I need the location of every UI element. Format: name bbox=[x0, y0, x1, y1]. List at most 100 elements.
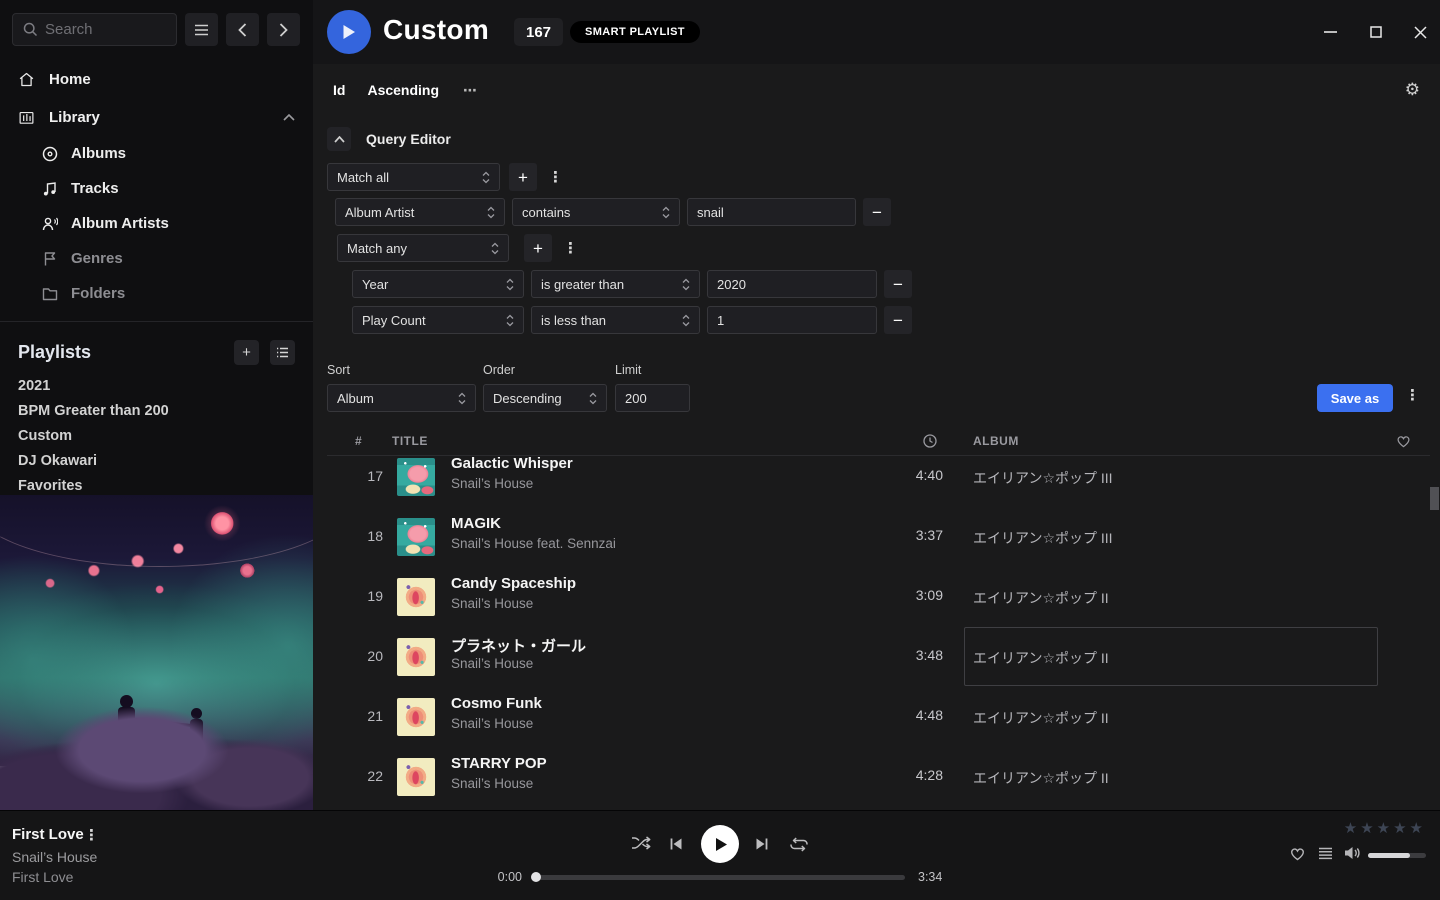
playlist-item[interactable]: Custom bbox=[0, 423, 313, 448]
favorite-button[interactable] bbox=[1289, 846, 1306, 861]
window-close-button[interactable] bbox=[1405, 18, 1435, 46]
shuffle-button[interactable] bbox=[631, 836, 651, 850]
column-header-title[interactable]: TITLE bbox=[392, 434, 428, 448]
volume-slider[interactable] bbox=[1368, 853, 1426, 858]
add-rule-button[interactable]: + bbox=[509, 163, 537, 191]
table-row[interactable]: 17 Galactic Whisper Snail’s House 4:40 エ… bbox=[327, 457, 1430, 507]
collapse-query-editor-button[interactable] bbox=[327, 127, 351, 151]
track-number: 19 bbox=[347, 588, 383, 604]
favorite-column-heart-icon[interactable] bbox=[1396, 434, 1411, 448]
sort-direction-button[interactable]: Ascending bbox=[367, 82, 439, 98]
save-menu-button[interactable]: ⋮ bbox=[1401, 386, 1424, 404]
remove-rule-button[interactable]: − bbox=[884, 306, 912, 334]
star-icon[interactable]: ★ bbox=[1377, 820, 1393, 837]
remove-rule-button[interactable]: − bbox=[884, 270, 912, 298]
rule-field-select[interactable]: Year bbox=[352, 270, 524, 298]
table-row[interactable]: 22 STARRY POP Snail’s House 4:28 エイリアン☆ポ… bbox=[327, 747, 1430, 807]
progress-handle[interactable] bbox=[531, 872, 541, 882]
match-select[interactable]: Match any bbox=[337, 234, 509, 262]
progress-bar[interactable] bbox=[535, 875, 905, 880]
track-title: プラネット・ガール bbox=[451, 635, 586, 656]
playlist-item[interactable]: 2021 bbox=[0, 373, 313, 398]
track-album: エイリアン☆ポップ II bbox=[973, 648, 1109, 668]
playlist-item[interactable]: BPM Greater than 200 bbox=[0, 398, 313, 423]
order-select[interactable]: Descending bbox=[483, 384, 607, 412]
table-row[interactable]: 21 Cosmo Funk Snail’s House 4:48 エイリアン☆ポ… bbox=[327, 687, 1430, 747]
nav-back-button[interactable] bbox=[226, 13, 259, 46]
rating-stars[interactable]: ★★★★★ bbox=[1344, 819, 1426, 837]
column-header-number[interactable]: # bbox=[355, 434, 362, 448]
rule-field-select[interactable]: Album Artist bbox=[335, 198, 505, 226]
sidebar-item-albums[interactable]: Albums bbox=[0, 136, 313, 171]
play-playlist-button[interactable] bbox=[327, 10, 371, 54]
playlist-list-button[interactable] bbox=[270, 340, 295, 365]
nav-forward-button[interactable] bbox=[267, 13, 300, 46]
sidebar-item-folders[interactable]: Folders bbox=[0, 276, 313, 311]
table-row[interactable]: 18 MAGIK Snail’s House feat. Sennzai 3:3… bbox=[327, 507, 1430, 567]
limit-input[interactable] bbox=[615, 384, 690, 412]
search-input[interactable] bbox=[45, 14, 173, 45]
playlist-item[interactable]: DJ Okawari bbox=[0, 448, 313, 473]
match-group-row: Match all + ⋮ bbox=[327, 163, 567, 191]
next-track-button[interactable] bbox=[755, 837, 769, 851]
scrollbar-thumb[interactable] bbox=[1430, 487, 1439, 510]
sidebar-item-album-artists[interactable]: Album Artists bbox=[0, 206, 313, 241]
select-caret-icon bbox=[682, 278, 690, 291]
select-caret-icon bbox=[482, 171, 490, 184]
star-icon[interactable]: ★ bbox=[1410, 820, 1426, 837]
match-select[interactable]: Match all bbox=[327, 163, 500, 191]
sidebar-item-genres[interactable]: Genres bbox=[0, 241, 313, 276]
queue-button[interactable] bbox=[1318, 847, 1333, 860]
duration-column-clock-icon[interactable] bbox=[923, 434, 937, 448]
settings-gear-button[interactable]: ⚙ bbox=[1405, 80, 1420, 100]
now-playing-title: First Love bbox=[12, 826, 84, 843]
rule-operator-select[interactable]: contains bbox=[512, 198, 680, 226]
table-row[interactable]: 19 Candy Spaceship Snail’s House 3:09 エイ… bbox=[327, 567, 1430, 627]
now-playing-album: First Love bbox=[12, 869, 73, 885]
track-artist: Snail’s House bbox=[451, 716, 533, 731]
menu-button[interactable] bbox=[185, 13, 218, 46]
star-icon[interactable]: ★ bbox=[1344, 820, 1360, 837]
rule-operator-select[interactable]: is greater than bbox=[531, 270, 700, 298]
save-as-button[interactable]: Save as bbox=[1317, 384, 1393, 412]
chevron-up-icon[interactable] bbox=[283, 114, 295, 121]
sidebar-item-tracks[interactable]: Tracks bbox=[0, 171, 313, 206]
star-icon[interactable]: ★ bbox=[1360, 820, 1376, 837]
rule-value-input[interactable] bbox=[707, 270, 877, 298]
play-icon bbox=[342, 24, 356, 40]
add-rule-button[interactable]: + bbox=[524, 234, 552, 262]
rule-field-select[interactable]: Play Count bbox=[352, 306, 524, 334]
window-maximize-button[interactable] bbox=[1361, 18, 1391, 46]
sidebar-nav: Home Library Albums Tracks Album Artists bbox=[0, 60, 313, 311]
rule-value-input[interactable] bbox=[687, 198, 856, 226]
play-pause-button[interactable] bbox=[701, 825, 739, 863]
playlists-header: Playlists + bbox=[0, 322, 313, 373]
artwork-artist: SNAIL'S HOUSE bbox=[0, 771, 145, 789]
select-caret-icon bbox=[589, 392, 597, 405]
window-minimize-button[interactable] bbox=[1315, 18, 1345, 46]
lantern-string bbox=[0, 495, 313, 567]
group-menu-button[interactable]: ⋮ bbox=[544, 168, 567, 186]
repeat-button[interactable] bbox=[789, 836, 809, 853]
star-icon[interactable]: ★ bbox=[1393, 820, 1409, 837]
volume-button[interactable] bbox=[1344, 846, 1361, 860]
more-options-button[interactable]: ⋯ bbox=[463, 82, 478, 99]
table-row[interactable]: 20 プラネット・ガール Snail’s House 3:48 エイリアン☆ポッ… bbox=[327, 627, 1430, 687]
add-playlist-button[interactable]: + bbox=[234, 340, 259, 365]
column-header-album[interactable]: ALBUM bbox=[973, 434, 1019, 448]
rule-operator-select[interactable]: is less than bbox=[531, 306, 700, 334]
remove-rule-button[interactable]: − bbox=[863, 198, 891, 226]
sort-select[interactable]: Album bbox=[327, 384, 476, 412]
track-title: Cosmo Funk bbox=[451, 695, 542, 712]
sort-field-button[interactable]: Id bbox=[333, 82, 345, 98]
rule-value-input[interactable] bbox=[707, 306, 877, 334]
sidebar-item-home[interactable]: Home bbox=[0, 60, 313, 98]
group-menu-button[interactable]: ⋮ bbox=[559, 239, 582, 257]
sort-options-row: Album Descending bbox=[327, 384, 690, 412]
sidebar-item-library[interactable]: Library bbox=[0, 98, 313, 136]
previous-track-button[interactable] bbox=[669, 837, 683, 851]
folder-icon bbox=[42, 286, 58, 302]
select-caret-icon bbox=[458, 392, 466, 405]
track-title: Galactic Whisper bbox=[451, 457, 573, 472]
now-playing-menu-button[interactable]: ⋮ bbox=[80, 826, 103, 844]
